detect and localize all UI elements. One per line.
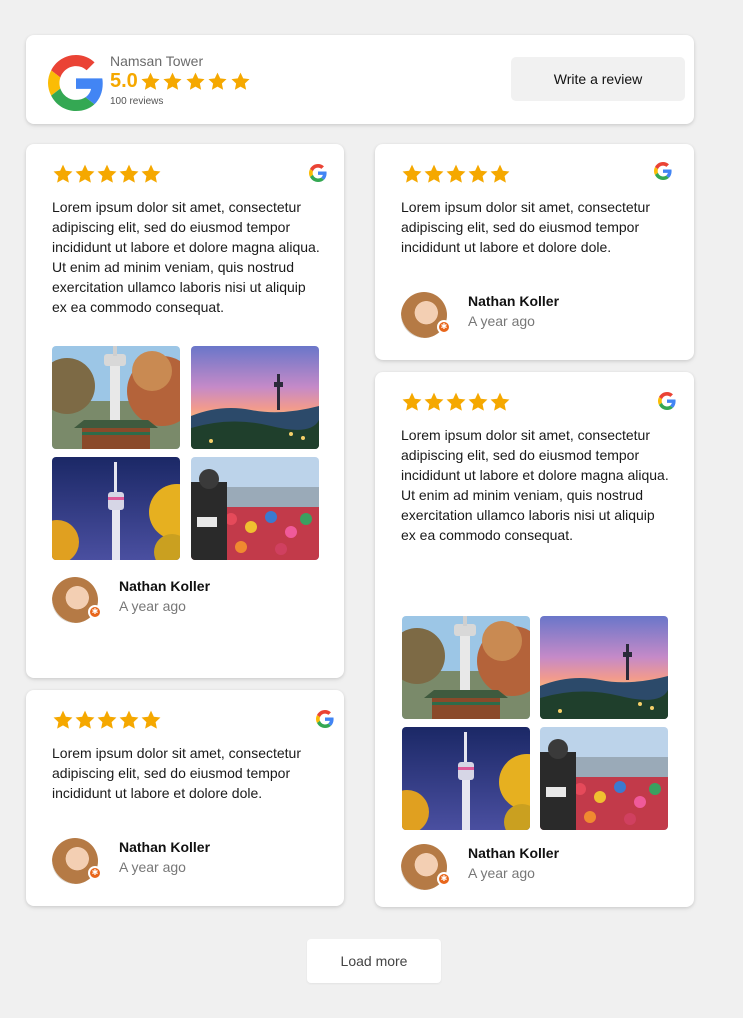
- star-icon: [74, 163, 96, 185]
- star-icon: [52, 163, 74, 185]
- rating-row: 5.0: [110, 70, 252, 93]
- reviewer-name[interactable]: Nathan Koller: [119, 578, 210, 594]
- review-card: Lorem ipsum dolor sit amet, consectetur …: [375, 372, 694, 907]
- google-icon[interactable]: [654, 162, 672, 180]
- google-icon[interactable]: [309, 164, 327, 182]
- reviewer: ✱ Nathan Koller A year ago: [52, 838, 312, 888]
- star-icon: [140, 163, 162, 185]
- load-more-button[interactable]: Load more: [307, 939, 441, 983]
- tower-sunset-photo[interactable]: [540, 616, 668, 719]
- reviewer: ✱ Nathan Koller A year ago: [401, 292, 661, 342]
- star-icon: [96, 709, 118, 731]
- tower-night-photo[interactable]: [402, 727, 530, 830]
- tower-sunset-photo[interactable]: [191, 346, 319, 449]
- summary-card: Namsan Tower 5.0 100 reviews Write a rev…: [26, 35, 694, 124]
- star-icon: [185, 71, 206, 92]
- star-icon: [445, 391, 467, 413]
- place-name: Namsan Tower: [110, 53, 204, 69]
- star-icon: [162, 71, 183, 92]
- review-stars: [52, 163, 162, 185]
- reviewer-name[interactable]: Nathan Koller: [119, 839, 210, 855]
- star-icon: [140, 71, 161, 92]
- reviewer-name[interactable]: Nathan Koller: [468, 293, 559, 309]
- local-guide-badge-icon: ✱: [88, 605, 102, 619]
- review-card: Lorem ipsum dolor sit amet, consectetur …: [26, 690, 344, 906]
- reviewer: ✱ Nathan Koller A year ago: [52, 577, 312, 627]
- star-icon: [423, 391, 445, 413]
- reviewer-name[interactable]: Nathan Koller: [468, 845, 559, 861]
- star-icon: [445, 163, 467, 185]
- google-icon[interactable]: [658, 392, 676, 410]
- google-icon[interactable]: [316, 710, 334, 728]
- star-icon: [52, 709, 74, 731]
- review-text: Lorem ipsum dolor sit amet, consectetur …: [401, 199, 650, 255]
- star-icon: [467, 163, 489, 185]
- review-time: A year ago: [468, 313, 535, 329]
- review-card: Lorem ipsum dolor sit amet, consectetur …: [26, 144, 344, 678]
- review-text: Lorem ipsum dolor sit amet, consectetur …: [52, 199, 320, 315]
- review-stars: [52, 709, 162, 731]
- star-icon: [489, 163, 511, 185]
- star-icon: [423, 163, 445, 185]
- star-icon: [207, 71, 228, 92]
- local-guide-badge-icon: ✱: [88, 866, 102, 880]
- star-icon: [401, 391, 423, 413]
- local-guide-badge-icon: ✱: [437, 872, 451, 886]
- review-stars: [401, 163, 511, 185]
- photo-grid: [52, 346, 319, 560]
- star-icon: [118, 163, 140, 185]
- star-icon: [96, 163, 118, 185]
- review-text: Lorem ipsum dolor sit amet, consectetur …: [52, 745, 301, 801]
- tower-autumn-photo[interactable]: [402, 616, 530, 719]
- review-time: A year ago: [468, 865, 535, 881]
- photo-grid: [402, 616, 669, 830]
- star-icon: [140, 709, 162, 731]
- review-text: Lorem ipsum dolor sit amet, consectetur …: [401, 427, 669, 543]
- write-review-button[interactable]: Write a review: [511, 57, 685, 101]
- reviewer: ✱ Nathan Koller A year ago: [401, 844, 661, 894]
- star-icon: [230, 71, 251, 92]
- review-stars: [401, 391, 511, 413]
- star-icon: [401, 163, 423, 185]
- tower-night-photo[interactable]: [52, 457, 180, 560]
- tower-autumn-photo[interactable]: [52, 346, 180, 449]
- love-locks-photo[interactable]: [191, 457, 319, 560]
- local-guide-badge-icon: ✱: [437, 320, 451, 334]
- rating-value: 5.0: [110, 70, 138, 92]
- review-time: A year ago: [119, 598, 186, 614]
- star-icon: [489, 391, 511, 413]
- google-logo-icon: [48, 55, 104, 111]
- review-time: A year ago: [119, 859, 186, 875]
- review-card: Lorem ipsum dolor sit amet, consectetur …: [375, 144, 694, 360]
- love-locks-photo[interactable]: [540, 727, 668, 830]
- star-icon: [118, 709, 140, 731]
- reviews-count: 100 reviews: [110, 96, 164, 107]
- star-icon: [467, 391, 489, 413]
- star-icon: [74, 709, 96, 731]
